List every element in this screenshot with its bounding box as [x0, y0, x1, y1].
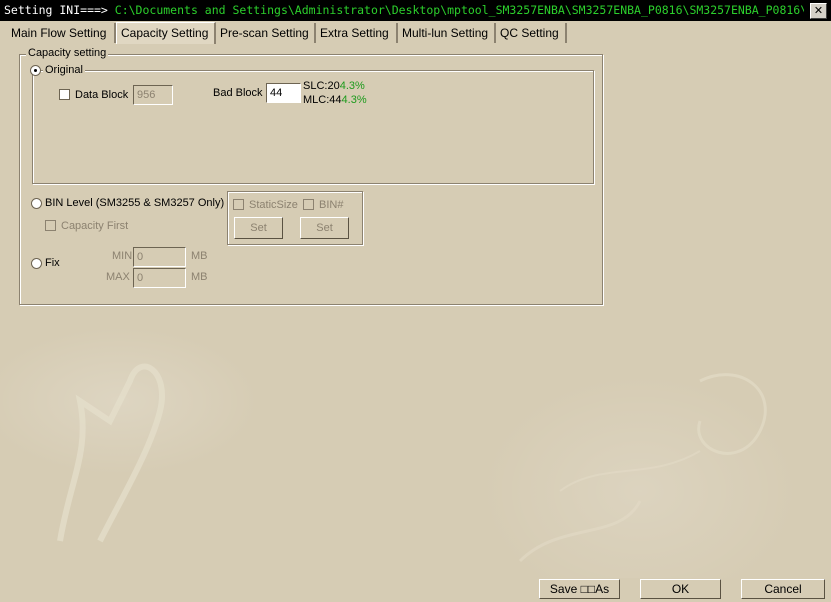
- min-label: MIN: [112, 250, 133, 262]
- bin-level-label: BIN Level (SM3255 & SM3257 Only): [45, 197, 225, 209]
- max-field[interactable]: 0: [133, 268, 186, 288]
- slc-label: SLC:20: [303, 80, 340, 92]
- bin-num-set-button[interactable]: Set: [300, 217, 349, 239]
- static-size-checkbox[interactable]: [233, 199, 244, 210]
- tab-extra-setting[interactable]: Extra Setting: [316, 23, 398, 43]
- bin-num-label: BIN#: [319, 199, 344, 211]
- dialog-button-bar: Save □□As OK Cancel: [0, 578, 831, 602]
- fix-label: Fix: [45, 257, 60, 269]
- capacity-first-label: Capacity First: [61, 220, 129, 232]
- original-radio[interactable]: [30, 65, 41, 76]
- static-size-label: StaticSize: [249, 199, 298, 211]
- data-block-checkbox[interactable]: [59, 89, 70, 100]
- tab-capacity-setting[interactable]: Capacity Setting: [116, 22, 216, 44]
- data-block-field[interactable]: 956: [133, 85, 173, 105]
- bad-block-field[interactable]: 44: [266, 83, 301, 103]
- original-label: Original: [43, 64, 85, 76]
- static-size-set-button[interactable]: Set: [234, 217, 283, 239]
- close-button[interactable]: ✕: [810, 3, 827, 19]
- tab-main-flow-setting[interactable]: Main Flow Setting: [7, 23, 116, 43]
- capacity-first-checkbox[interactable]: [45, 220, 56, 231]
- cancel-button[interactable]: Cancel: [741, 579, 825, 599]
- capacity-setting-label: Capacity setting: [26, 47, 109, 59]
- tab-pre-scan-setting[interactable]: Pre-scan Setting: [216, 23, 316, 43]
- title-ini-path: C:\Documents and Settings\Administrator\…: [114, 3, 804, 17]
- max-unit: MB: [191, 271, 208, 283]
- close-icon: ✕: [813, 4, 824, 17]
- ok-button[interactable]: OK: [640, 579, 721, 599]
- slc-percent: 4.3%: [339, 80, 365, 92]
- fix-radio[interactable]: [31, 258, 42, 269]
- save-as-button[interactable]: Save □□As: [539, 579, 620, 599]
- min-unit: MB: [191, 250, 208, 262]
- data-block-label: Data Block: [75, 89, 129, 101]
- title-prefix: Setting INI===>: [4, 3, 115, 17]
- bin-num-checkbox[interactable]: [303, 199, 314, 210]
- window-title: Setting INI===> C:\Documents and Setting…: [4, 0, 804, 21]
- window-title-bar: Setting INI===> C:\Documents and Setting…: [0, 0, 831, 21]
- slc-readout: SLC:204.3%: [303, 80, 365, 92]
- min-field[interactable]: 0: [133, 247, 186, 267]
- tab-qc-setting[interactable]: QC Setting: [496, 23, 567, 43]
- max-label: MAX: [106, 271, 130, 283]
- bad-block-label: Bad Block: [213, 87, 263, 99]
- settings-panel: Main Flow Setting Capacity Setting Pre-s…: [0, 21, 829, 578]
- mlc-percent: 4.3%: [341, 94, 367, 106]
- tab-multi-lun-setting[interactable]: Multi-lun Setting: [398, 23, 496, 43]
- mlc-label: MLC:44: [303, 94, 342, 106]
- bin-level-radio[interactable]: [31, 198, 42, 209]
- mlc-readout: MLC:444.3%: [303, 94, 367, 106]
